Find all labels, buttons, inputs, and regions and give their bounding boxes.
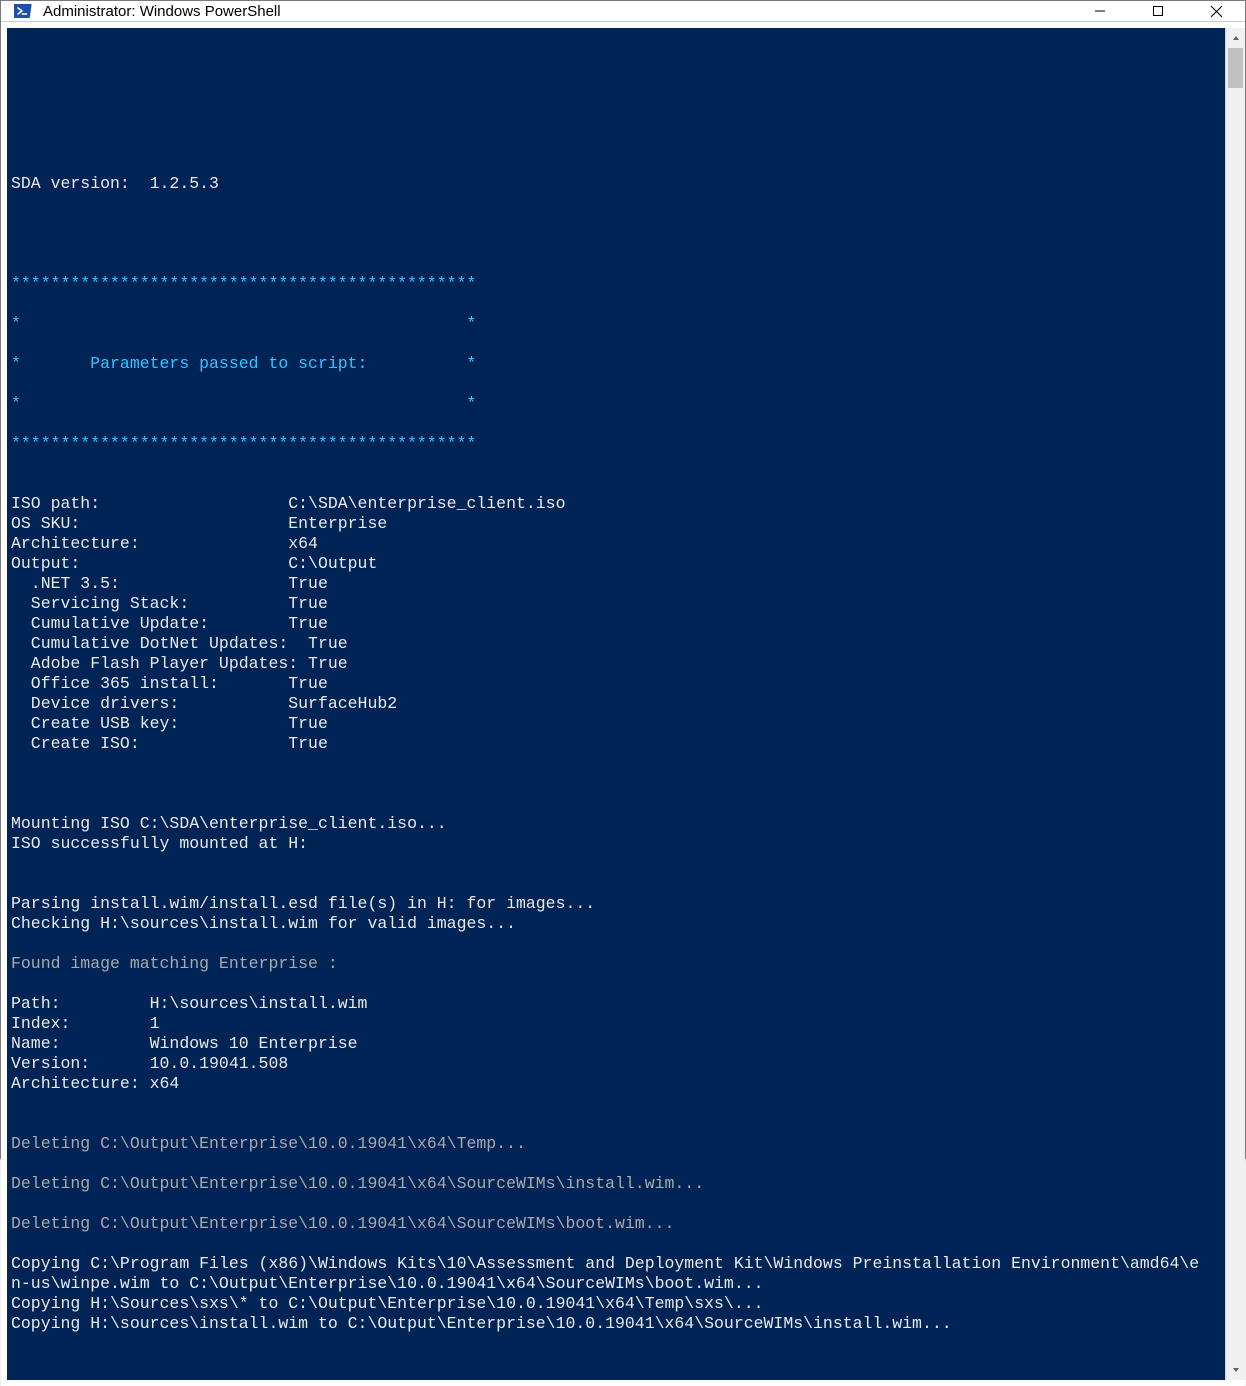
powershell-window: Administrator: Windows PowerShell SDA ve… xyxy=(0,0,1246,1159)
titlebar[interactable]: Administrator: Windows PowerShell xyxy=(1,1,1245,22)
console-frame: SDA version: 1.2.5.3 *******************… xyxy=(1,22,1245,1386)
scroll-up-arrow[interactable] xyxy=(1226,28,1245,48)
vertical-scrollbar[interactable] xyxy=(1225,28,1245,1380)
banner-title: * Parameters passed to script: * xyxy=(11,354,1221,374)
banner-line: * * xyxy=(11,394,1221,414)
banner-line: ****************************************… xyxy=(11,434,1221,454)
parameters-block: ISO path: C:\SDA\enterprise_client.iso O… xyxy=(11,494,1221,754)
close-button[interactable] xyxy=(1187,1,1245,21)
gap xyxy=(11,774,1221,794)
scroll-down-arrow[interactable] xyxy=(1226,1360,1245,1380)
found-image-line: Found image matching Enterprise : xyxy=(11,954,1221,974)
sda-version-line: SDA version: 1.2.5.3 xyxy=(11,174,1221,194)
blank-lines xyxy=(11,54,1221,154)
minimize-button[interactable] xyxy=(1071,1,1129,21)
window-controls xyxy=(1071,1,1245,21)
parsing-block: Parsing install.wim/install.esd file(s) … xyxy=(11,894,1221,934)
powershell-icon xyxy=(13,1,33,21)
banner-line: ****************************************… xyxy=(11,274,1221,294)
window-title: Administrator: Windows PowerShell xyxy=(43,3,281,20)
deleting-line: Deleting C:\Output\Enterprise\10.0.19041… xyxy=(11,1214,1221,1234)
maximize-button[interactable] xyxy=(1129,1,1187,21)
copying-block: Copying C:\Program Files (x86)\Windows K… xyxy=(11,1254,1221,1334)
console-output[interactable]: SDA version: 1.2.5.3 *******************… xyxy=(7,28,1225,1380)
deleting-line: Deleting C:\Output\Enterprise\10.0.19041… xyxy=(11,1134,1221,1154)
image-info-block: Path: H:\sources\install.wim Index: 1 Na… xyxy=(11,994,1221,1094)
deleting-line: Deleting C:\Output\Enterprise\10.0.19041… xyxy=(11,1174,1221,1194)
mounting-block: Mounting ISO C:\SDA\enterprise_client.is… xyxy=(11,814,1221,854)
banner-line: * * xyxy=(11,314,1221,334)
gap xyxy=(11,214,1221,254)
scroll-thumb[interactable] xyxy=(1228,48,1243,88)
